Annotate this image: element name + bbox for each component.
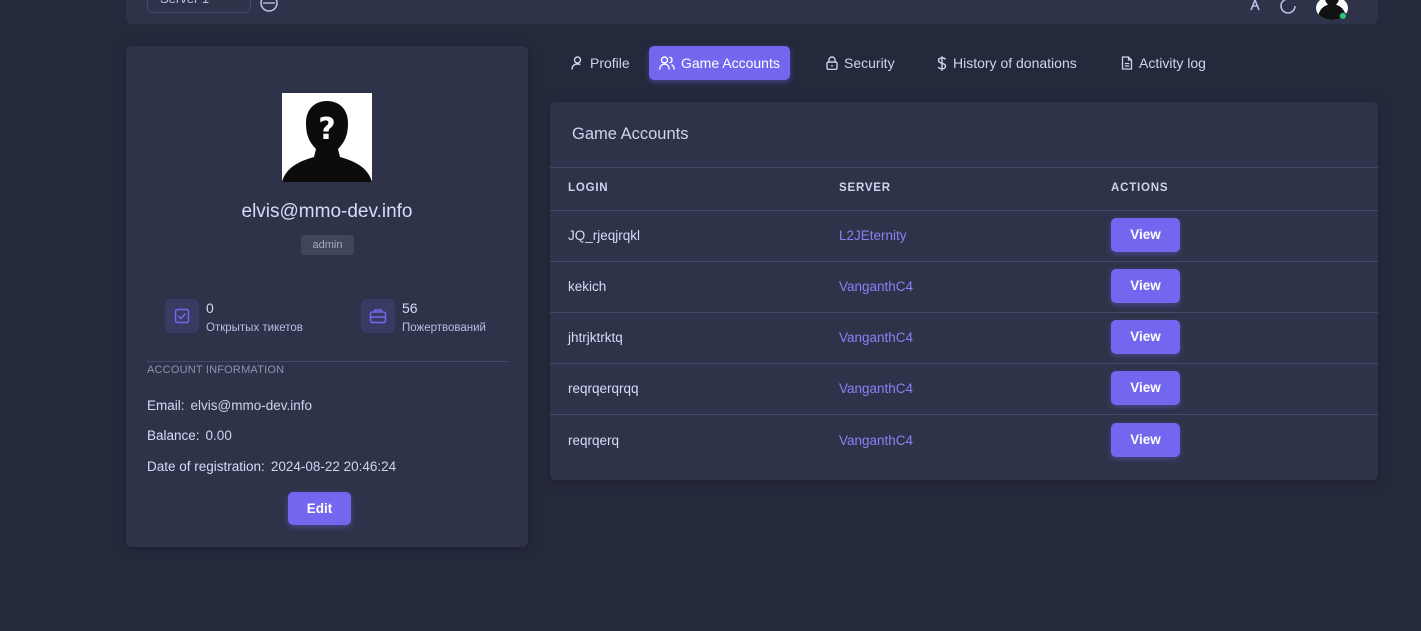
top-navbar: Server 1 — [126, 0, 1378, 24]
tab-game-accounts[interactable]: Game Accounts — [649, 46, 790, 80]
translate-icon[interactable] — [1246, 0, 1264, 18]
table-row: reqrqerq VanganthC4 View — [550, 416, 1378, 467]
info-email: Email: elvis@mmo-dev.info — [147, 398, 312, 413]
server-link[interactable]: VanganthC4 — [839, 330, 913, 345]
login-cell: JQ_rjeqjrqkl — [568, 228, 641, 243]
tab-label: Security — [844, 55, 895, 71]
stat-value: 56 — [402, 300, 418, 316]
tab-label: Game Accounts — [681, 55, 780, 71]
dollar-icon — [937, 55, 947, 71]
tab-activity-log[interactable]: Activity log — [1111, 46, 1216, 80]
server-link[interactable]: VanganthC4 — [839, 433, 913, 448]
theme-icon[interactable] — [1280, 0, 1298, 18]
check-square-icon — [165, 299, 199, 333]
view-button[interactable]: View — [1111, 269, 1180, 303]
tab-label: History of donations — [953, 55, 1077, 71]
user-icon — [571, 56, 582, 70]
server-link[interactable]: VanganthC4 — [839, 279, 913, 294]
table-row: jhtrjktrktq VanganthC4 View — [550, 313, 1378, 364]
table-row: reqrqerqrqq VanganthC4 View — [550, 364, 1378, 415]
card-title: Game Accounts — [572, 125, 689, 143]
info-label: Email: — [147, 398, 185, 413]
server-select[interactable]: Server 1 — [147, 0, 251, 13]
tab-history-of-donations[interactable]: History of donations — [927, 46, 1087, 80]
role-badge: admin — [301, 235, 354, 255]
profile-card: ? elvis@mmo-dev.info admin 0 Открытых ти… — [126, 46, 528, 547]
info-value: 2024-08-22 20:46:24 — [270, 459, 397, 474]
info-value: 0.00 — [205, 428, 232, 443]
language-icon[interactable] — [260, 0, 278, 18]
stat-label: Пожертвований — [402, 322, 486, 334]
server-link[interactable]: VanganthC4 — [839, 381, 913, 396]
avatar: ? — [282, 93, 372, 182]
svg-text:?: ? — [318, 112, 335, 147]
table-header: LOGIN SERVER ACTIONS — [550, 167, 1378, 211]
stat-value: 0 — [206, 300, 214, 316]
info-registration-date: Date of registration: 2024-08-22 20:46:24 — [147, 459, 396, 474]
view-button[interactable]: View — [1111, 320, 1180, 354]
tab-label: Activity log — [1139, 55, 1206, 71]
stat-label: Открытых тикетов — [206, 322, 303, 334]
column-header-login: LOGIN — [568, 182, 609, 194]
table-row: kekich VanganthC4 View — [550, 262, 1378, 313]
edit-button[interactable]: Edit — [288, 492, 351, 525]
info-value: elvis@mmo-dev.info — [190, 398, 313, 413]
users-icon — [659, 56, 675, 70]
briefcase-icon — [361, 299, 395, 333]
lock-icon — [826, 56, 838, 70]
login-cell: reqrqerqrqq — [568, 381, 639, 396]
user-email-heading: elvis@mmo-dev.info — [241, 201, 413, 222]
tab-label: Profile — [590, 55, 630, 71]
account-information-heading: ACCOUNT INFORMATION — [147, 364, 285, 376]
info-label: Date of registration: — [147, 459, 265, 474]
table-row: JQ_rjeqjrqkl L2JEternity View — [550, 211, 1378, 262]
info-label: Balance: — [147, 428, 200, 443]
divider — [147, 361, 508, 362]
tab-security[interactable]: Security — [816, 46, 905, 80]
online-status-dot — [1339, 12, 1347, 20]
view-button[interactable]: View — [1111, 218, 1180, 252]
tab-profile[interactable]: Profile — [561, 46, 640, 80]
server-link[interactable]: L2JEternity — [839, 228, 907, 243]
view-button[interactable]: View — [1111, 371, 1180, 405]
column-header-server: SERVER — [839, 182, 891, 194]
column-header-actions: ACTIONS — [1111, 182, 1169, 194]
login-cell: reqrqerq — [568, 433, 620, 448]
game-accounts-card: Game Accounts LOGIN SERVER ACTIONS JQ_rj… — [550, 102, 1378, 480]
info-balance: Balance: 0.00 — [147, 428, 232, 443]
login-cell: jhtrjktrktq — [568, 330, 623, 345]
file-icon — [1121, 56, 1133, 70]
view-button[interactable]: View — [1111, 423, 1180, 457]
login-cell: kekich — [568, 279, 607, 294]
